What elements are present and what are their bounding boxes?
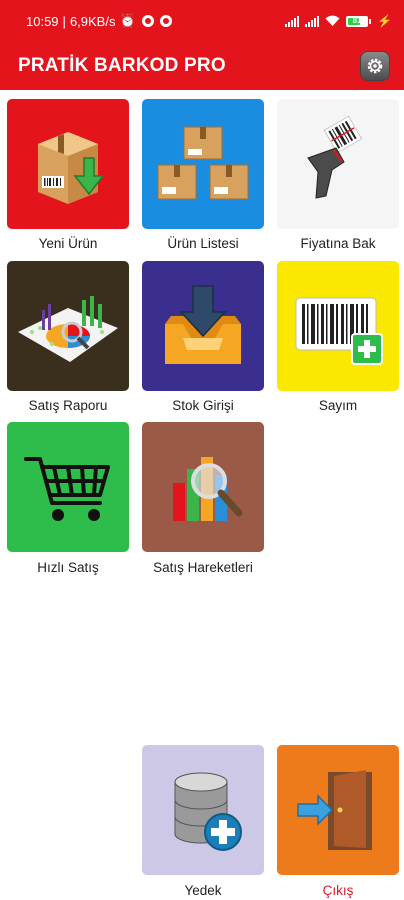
app-bar: PRATİK BARKOD PRO xyxy=(0,42,404,90)
barcode-add-icon xyxy=(295,297,383,365)
tile-label: Stok Girişi xyxy=(172,398,234,413)
status-bar: 10:59 | 6,9KB/s ⏰ 81 ⚡ xyxy=(0,0,404,42)
tile-new-product[interactable] xyxy=(7,99,129,229)
alarm-icon: ⏰ xyxy=(119,13,136,28)
new-product-box-icon xyxy=(38,132,105,204)
tile-label: Satış Hareketleri xyxy=(153,560,253,575)
tile-quick-sale[interactable] xyxy=(7,422,129,552)
tile-sales-movements[interactable] xyxy=(142,422,264,552)
notification-icon xyxy=(159,15,172,27)
signal-icon xyxy=(305,15,320,27)
barcode-scanner-icon xyxy=(307,115,362,199)
tile-exit[interactable] xyxy=(277,745,399,875)
battery-icon: 81 xyxy=(346,15,372,27)
gear-icon xyxy=(367,58,383,74)
tile-label: Fiyatına Bak xyxy=(300,236,376,251)
tile-backup[interactable] xyxy=(142,745,264,875)
tile-label: Satış Raporu xyxy=(28,398,108,413)
stock-inbox-icon xyxy=(165,285,241,364)
battery-percent: 81 xyxy=(352,15,362,25)
exit-label: Çıkış xyxy=(322,883,354,898)
network-speed: 6,9KB/s xyxy=(69,13,116,29)
tile-product-list[interactable] xyxy=(142,99,264,229)
tile-count[interactable] xyxy=(277,261,399,391)
tile-price-check[interactable] xyxy=(277,99,399,229)
tile-label: Sayım xyxy=(318,398,358,413)
sales-report-chart-icon xyxy=(18,296,118,362)
tile-sales-report[interactable] xyxy=(7,261,129,391)
tile-label: Ürün Listesi xyxy=(167,236,239,251)
tile-label: Yedek xyxy=(184,883,222,898)
signal-icon xyxy=(285,15,300,27)
charging-icon: ⚡ xyxy=(377,14,392,28)
wifi-icon xyxy=(325,15,340,26)
bar-chart-magnifier-icon xyxy=(173,457,243,521)
product-boxes-icon xyxy=(157,126,249,200)
settings-button[interactable] xyxy=(360,51,390,81)
shopping-cart-icon xyxy=(24,457,110,521)
exit-door-icon xyxy=(297,770,372,850)
status-time: 10:59 xyxy=(26,13,59,29)
tile-label: Yeni Ürün xyxy=(38,236,98,251)
notification-icon xyxy=(141,15,154,27)
database-add-icon xyxy=(174,772,242,851)
tile-stock-entry[interactable] xyxy=(142,261,264,391)
tile-label: Hızlı Satış xyxy=(37,560,99,575)
app-title: PRATİK BARKOD PRO xyxy=(18,55,226,76)
